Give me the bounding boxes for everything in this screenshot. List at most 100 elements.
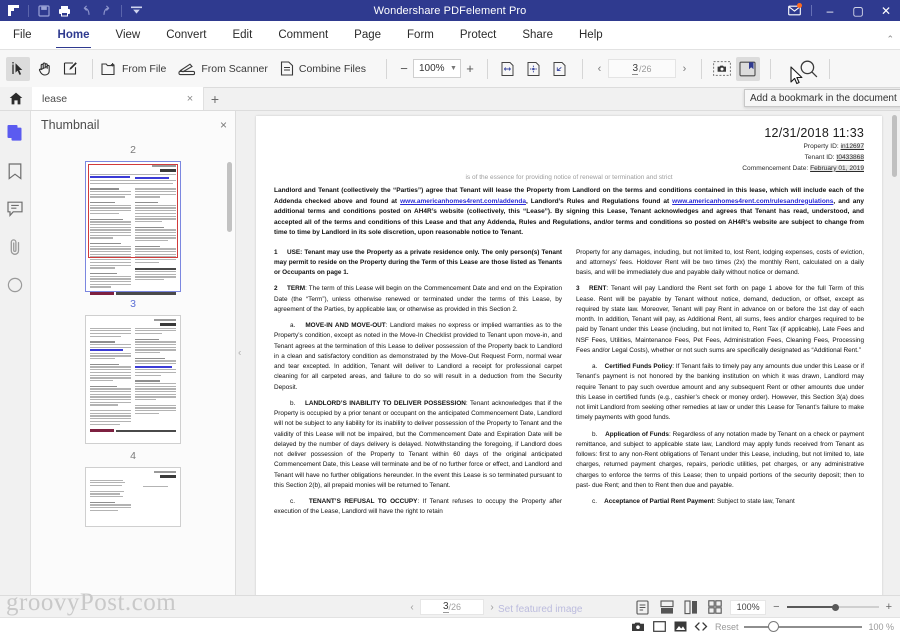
save-icon[interactable] — [34, 2, 53, 20]
sidebar-item-attachment[interactable] — [3, 235, 27, 259]
clause-3b-application-of-funds: b. Application of Funds: Regardless of a… — [576, 430, 864, 492]
slider-fill — [787, 606, 835, 609]
menu-help[interactable]: Help — [566, 21, 616, 49]
search-icon[interactable] — [797, 57, 821, 81]
document-tab-lease[interactable]: lease × — [32, 87, 204, 110]
fit-width-icon[interactable] — [496, 57, 520, 81]
zoom-out-button[interactable]: − — [395, 59, 413, 79]
zoom-in-button[interactable]: + — [461, 59, 479, 79]
rect-icon[interactable] — [652, 620, 667, 634]
status-zoom-out[interactable]: − — [773, 601, 779, 613]
from-file-button[interactable]: From File — [101, 62, 166, 76]
page-header: 12/31/2018 11:33 Property ID: in12697 Te… — [274, 126, 864, 173]
thumbnail-preview — [86, 162, 180, 298]
thumbnail-page-2[interactable] — [85, 161, 181, 292]
sidebar-item-annotation[interactable] — [3, 197, 27, 221]
page-current: 3 — [632, 63, 638, 75]
status-zoom-in[interactable]: + — [886, 601, 892, 613]
menu-convert[interactable]: Convert — [153, 21, 219, 49]
divider — [829, 59, 830, 79]
from-file-label: From File — [122, 63, 166, 75]
snapshot-icon[interactable] — [710, 57, 734, 81]
document-right-column: Property for any damages, including, but… — [576, 248, 864, 524]
document-vertical-scrollbar[interactable] — [892, 115, 897, 177]
rules-link[interactable]: www.americanhomes4rent.com/rulesandregul… — [672, 198, 833, 205]
ribbon-collapse-icon[interactable]: ⌃ — [886, 34, 894, 45]
home-tab-button[interactable] — [0, 87, 32, 110]
thumbnail-page-4[interactable] — [85, 467, 181, 527]
actual-size-icon[interactable] — [548, 57, 572, 81]
redo-icon[interactable] — [97, 2, 116, 20]
zoom-level-select[interactable]: 100% ▼ — [413, 59, 461, 78]
fit-page-icon[interactable] — [522, 57, 546, 81]
maximize-button[interactable]: ▢ — [844, 0, 872, 21]
sidebar-item-thumbnail[interactable] — [3, 121, 27, 145]
thumbnail-number: 3 — [31, 298, 235, 310]
sidebar-item-bookmark[interactable] — [3, 159, 27, 183]
slider-knob[interactable] — [832, 604, 839, 611]
menu-home[interactable]: Home — [45, 21, 103, 49]
sidebar-item-search-panel[interactable] — [3, 273, 27, 297]
facing-view-icon[interactable] — [682, 599, 699, 616]
status-page-input[interactable]: 3/26 — [420, 599, 484, 615]
next-page-button[interactable]: › — [676, 59, 693, 79]
status-zoom-value[interactable]: 100% — [730, 600, 766, 615]
edit-text-icon[interactable] — [58, 57, 82, 81]
image-icon[interactable] — [673, 620, 688, 634]
code-icon[interactable] — [694, 620, 709, 634]
window-controls: – ▢ ✕ — [781, 0, 900, 21]
site-watermark: groovyPost.com — [6, 589, 176, 617]
menu-view[interactable]: View — [102, 21, 153, 49]
document-tab-label: lease — [42, 93, 183, 105]
from-scanner-button[interactable]: From Scanner — [178, 62, 268, 76]
undo-icon[interactable] — [76, 2, 95, 20]
mail-icon[interactable] — [781, 0, 807, 21]
hand-icon[interactable] — [32, 57, 56, 81]
customize-dropdown-icon[interactable] — [127, 2, 146, 20]
title-bar: Wondershare PDFelement Pro – ▢ ✕ — [0, 0, 900, 21]
from-scanner-label: From Scanner — [201, 63, 268, 75]
continuous-view-icon[interactable] — [658, 599, 675, 616]
menu-form[interactable]: Form — [394, 21, 447, 49]
thumbnail-list[interactable]: 2 — [31, 138, 235, 595]
menu-share[interactable]: Share — [509, 21, 566, 49]
thumbnail-number: 2 — [31, 144, 235, 156]
reset-label[interactable]: Reset — [715, 622, 739, 632]
addenda-link[interactable]: www.americanhomes4rent.com/addenda — [400, 198, 526, 205]
menu-protect[interactable]: Protect — [447, 21, 509, 49]
menu-page[interactable]: Page — [341, 21, 394, 49]
camera-icon[interactable] — [631, 620, 646, 634]
prev-page-button[interactable]: ‹ — [591, 59, 608, 79]
menu-comment[interactable]: Comment — [265, 21, 341, 49]
zoom-level-value: 100% — [419, 63, 445, 74]
quick-access-toolbar — [0, 2, 146, 20]
divider — [386, 59, 387, 79]
header-date: 12/31/2018 11:33 — [274, 126, 864, 140]
combine-files-button[interactable]: Combine Files — [280, 61, 366, 76]
grid-view-icon[interactable] — [706, 599, 723, 616]
panel-collapse-handle[interactable]: ‹ — [238, 348, 241, 359]
menu-file[interactable]: File — [0, 21, 45, 49]
select-icon[interactable] — [6, 57, 30, 81]
page-number-input[interactable]: 3/26 — [608, 59, 676, 78]
zoom-slider[interactable] — [787, 600, 879, 614]
overlay-slider[interactable] — [744, 621, 862, 633]
new-tab-button[interactable]: + — [204, 87, 226, 110]
background-overlay-bar: Reset 100 % — [0, 617, 900, 635]
close-button[interactable]: ✕ — [872, 0, 900, 21]
thumbnail-page-3[interactable] — [85, 315, 181, 444]
menu-bar: File Home View Convert Edit Comment Page… — [0, 21, 900, 50]
close-panel-icon[interactable]: × — [220, 118, 227, 132]
thumbnail-panel-header: Thumbnail × — [31, 111, 235, 138]
single-page-view-icon[interactable] — [634, 599, 651, 616]
overlay-slider-knob[interactable] — [768, 621, 779, 632]
document-view[interactable]: ‹ 12/31/2018 11:33 Property ID: in12697 … — [236, 111, 900, 595]
print-icon[interactable] — [55, 2, 74, 20]
minimize-button[interactable]: – — [816, 0, 844, 21]
app-logo-icon[interactable] — [4, 2, 23, 20]
menu-edit[interactable]: Edit — [219, 21, 265, 49]
status-prev-page[interactable]: ‹ — [404, 602, 420, 613]
bookmark-icon[interactable] — [736, 57, 760, 81]
close-tab-icon[interactable]: × — [183, 93, 197, 105]
thumbnail-scrollbar[interactable] — [227, 162, 232, 232]
